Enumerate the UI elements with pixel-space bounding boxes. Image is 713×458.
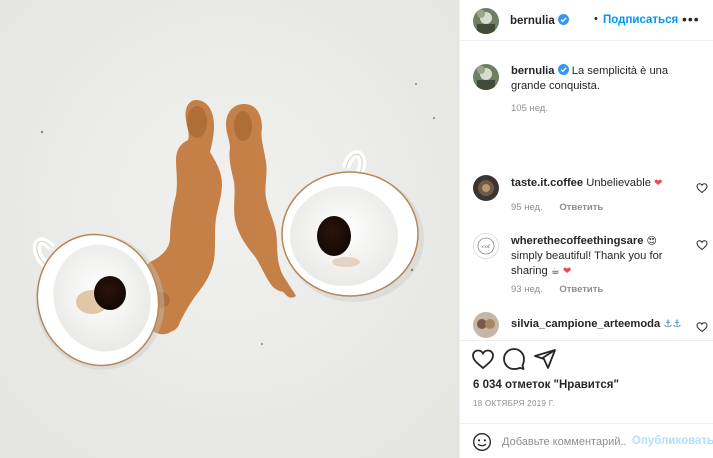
author-username[interactable]: bernulia — [510, 14, 569, 27]
post-side-panel: bernulia • Подписаться ••• bernulia La s… — [459, 0, 713, 458]
comment-time[interactable]: 95 нед. — [511, 202, 543, 213]
heart-outline-icon[interactable] — [471, 347, 495, 371]
add-comment-bar: Опубликовать — [460, 423, 713, 458]
comment-text: silvia_campione_arteemoda ⚓⚓ — [511, 317, 696, 332]
caption-text: bernulia La semplicità è una grande conq… — [511, 64, 686, 94]
comments-list[interactable]: bernulia La semplicità è una grande conq… — [460, 42, 713, 340]
commenter-name[interactable]: wherethecoffeethingsare — [511, 235, 643, 247]
comment-input[interactable] — [502, 433, 627, 451]
comment-item: cof wherethecoffeethingsare 😍 simply bea… — [460, 231, 713, 301]
comment-bubble-icon[interactable] — [502, 347, 526, 371]
verified-badge-icon — [557, 64, 569, 75]
comment-body: simply beautiful! Thank you for sharing — [511, 250, 663, 277]
heart-emoji-icon: ❤ — [654, 178, 663, 189]
comment-text: wherethecoffeethingsare 😍 simply beautif… — [511, 234, 686, 279]
smiley-icon[interactable] — [472, 432, 492, 452]
likes-count[interactable]: 6 034 отметок "Нравится" — [473, 379, 619, 391]
commenter-name[interactable]: taste.it.coffee — [511, 177, 583, 189]
comment-meta: 93 нед. Ответить — [511, 284, 603, 295]
header-separator-dot: • — [594, 13, 598, 25]
caption: bernulia La semplicità è una grande conq… — [460, 60, 713, 130]
post-actions: 6 034 отметок "Нравится" 18 ОКТЯБРЯ 2019… — [460, 340, 713, 418]
heart-eyes-emoji-icon: 😍 — [646, 236, 657, 247]
comment-item: taste.it.coffee Unbelievable ❤ 95 нед. О… — [460, 173, 713, 223]
comment-body: Unbelievable — [586, 177, 651, 189]
reply-button[interactable]: Ответить — [559, 284, 603, 295]
commenter-avatar[interactable] — [473, 312, 499, 338]
comment-meta: 95 нед. Ответить — [511, 202, 603, 213]
more-options-icon[interactable]: ••• — [682, 11, 700, 27]
author-name[interactable]: bernulia — [510, 15, 555, 27]
commenter-avatar[interactable]: cof — [473, 233, 499, 259]
follow-button[interactable]: Подписаться — [603, 14, 678, 26]
publish-button[interactable]: Опубликовать — [632, 435, 713, 447]
svg-text:cof: cof — [482, 244, 491, 250]
caption-avatar[interactable] — [473, 64, 499, 90]
coffee-emoji-icon: ☕ — [550, 266, 560, 277]
comment-like-icon[interactable] — [696, 182, 708, 194]
comment-like-icon[interactable] — [696, 321, 708, 333]
caption-author[interactable]: bernulia — [511, 65, 555, 77]
post-header: bernulia • Подписаться ••• — [460, 0, 713, 41]
commenter-name[interactable]: silvia_campione_arteemoda — [511, 318, 660, 330]
heart-emoji-icon: ❤ — [562, 266, 572, 277]
comment-item: silvia_campione_arteemoda ⚓⚓ — [460, 310, 713, 340]
comment-time[interactable]: 93 нед. — [511, 284, 543, 295]
coffee-cups-image — [0, 0, 459, 458]
reply-button[interactable]: Ответить — [559, 202, 603, 213]
post-photo[interactable] — [0, 0, 459, 458]
verified-badge-icon — [557, 14, 569, 25]
comment-text: taste.it.coffee Unbelievable ❤ — [511, 176, 686, 191]
caption-meta: 105 нед. — [511, 103, 548, 114]
comment-like-icon[interactable] — [696, 239, 708, 251]
paper-plane-icon[interactable] — [533, 347, 557, 371]
commenter-avatar[interactable] — [473, 175, 499, 201]
author-avatar[interactable] — [473, 8, 499, 34]
post-date[interactable]: 18 ОКТЯБРЯ 2019 Г. — [473, 399, 555, 408]
caption-time[interactable]: 105 нед. — [511, 103, 548, 114]
anchor-emoji-icon: ⚓⚓ — [663, 319, 682, 330]
